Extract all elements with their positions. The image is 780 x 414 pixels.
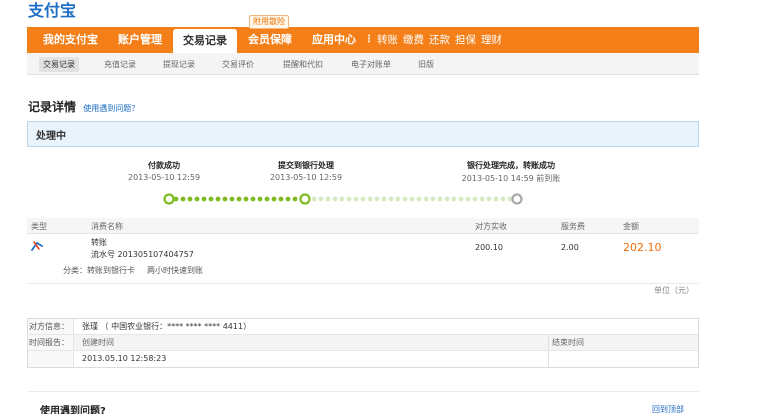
step-title: 银行处理完成，转账成功 — [467, 161, 555, 170]
subnav-recharge-records[interactable]: 充值记录 — [104, 57, 136, 72]
progress-dots-done — [173, 196, 298, 202]
total-amount: 202.10 — [623, 241, 662, 254]
header-received: 对方实收 — [475, 222, 507, 231]
back-to-top-link[interactable]: 回到顶部 — [652, 404, 684, 414]
subnav-withdraw-records[interactable]: 提现记录 — [163, 57, 195, 72]
created-time-header: 创建时间 — [82, 338, 114, 347]
progress-track — [160, 191, 530, 207]
party-info-label: 对方信息： — [28, 319, 74, 334]
time-report-blank — [28, 351, 74, 367]
table-header: 类型 消费名称 对方实收 服务费 金额 — [27, 218, 699, 234]
nav-bill-payment[interactable]: 缴费 — [403, 27, 424, 53]
time-report-label: 时间报告： — [28, 335, 74, 350]
received-amount: 200.10 — [475, 243, 503, 252]
time-report-value-row: 2013.05.10 12:58:23 — [28, 351, 698, 367]
info-table: 对方信息： 张瑾 （ 中国农业银行：**** **** **** 4411） 时… — [27, 318, 699, 368]
nav-member-protection[interactable]: 会员保障 — [248, 27, 292, 53]
step-bank-complete: 银行处理完成，转账成功 2013-05-10 14:59 前到账 — [458, 160, 564, 184]
header-type: 类型 — [31, 222, 47, 231]
category-line: 分类：转账到银行卡 两小时快速到账 — [63, 265, 203, 276]
category-label: 分类：转账到银行卡 — [63, 266, 135, 275]
alipay-logo-text: 支付宝 — [28, 1, 76, 20]
transaction-name: 转账 — [91, 238, 107, 247]
party-info-row: 对方信息： 张瑾 （ 中国农业银行：**** **** **** 4411） — [28, 319, 698, 335]
header-name: 消费名称 — [91, 222, 123, 231]
subnav-transaction-reviews[interactable]: 交易评价 — [222, 57, 254, 72]
nav-escrow[interactable]: 担保 — [455, 27, 476, 53]
step-time: 2013-05-10 14:59 前到账 — [461, 174, 561, 183]
header-amount: 金额 — [623, 222, 639, 231]
alipay-logo[interactable]: 支付宝 — [28, 0, 90, 20]
nav-app-center[interactable]: 应用中心 — [312, 27, 356, 53]
progress-node-3 — [511, 193, 523, 205]
progress-node-1 — [163, 193, 175, 205]
unit-label: 单位（元） — [654, 286, 694, 295]
time-report-header-row: 时间报告： 创建时间 结束时间 — [28, 335, 698, 351]
nav-wealth[interactable]: 理财 — [481, 27, 502, 53]
promo-badge[interactable]: 附用散险 — [249, 15, 289, 29]
nav-account-management[interactable]: 账户管理 — [118, 27, 162, 53]
footer-help-title: 使用遇到问题? — [40, 406, 106, 414]
step-time: 2013-05-10 12:59 — [128, 173, 201, 182]
status-box: 处理中 — [27, 121, 699, 147]
header-fee: 服务费 — [561, 222, 585, 231]
category-note: 两小时快速到账 — [147, 266, 203, 275]
nav-transfer[interactable]: 转账 — [377, 27, 398, 53]
subnav-e-statement[interactable]: 电子对账单 — [351, 57, 391, 72]
step-title: 提交到银行处理 — [278, 161, 334, 170]
nav-repayment[interactable]: 还款 — [429, 27, 450, 53]
created-time-value: 2013.05.10 12:58:23 — [82, 354, 167, 363]
progress-node-2 — [299, 193, 311, 205]
main-nav: 我的支付宝 账户管理 交易记录 会员保障 应用中心 ⋮ 转账 缴费 还款 担保 … — [27, 27, 699, 53]
column-divider — [548, 335, 549, 350]
progress-dots-pending — [311, 196, 513, 202]
sub-nav: 交易记录 充值记录 提现记录 交易评价 提醒和代扣 电子对账单 旧版 — [27, 53, 699, 75]
step-time: 2013-05-10 12:59 — [269, 173, 343, 182]
nav-my-alipay[interactable]: 我的支付宝 — [43, 27, 98, 53]
status-text: 处理中 — [36, 131, 66, 142]
subnav-old-version[interactable]: 旧版 — [418, 57, 434, 72]
table-row: 转账 流水号 201305107404757 200.10 2.00 202.1… — [27, 234, 699, 284]
nav-transaction-records[interactable]: 交易记录 — [173, 29, 237, 53]
step-payment-success: 付款成功 2013-05-10 12:59 — [128, 160, 200, 182]
subnav-reminders-debit[interactable]: 提醒和代扣 — [283, 57, 323, 72]
step-title: 付款成功 — [148, 161, 180, 170]
page-title: 记录详情 — [28, 100, 77, 114]
step-submitted-bank: 提交到银行处理 2013-05-10 12:59 — [266, 160, 346, 182]
transfer-icon — [31, 240, 43, 255]
finished-time-header: 结束时间 — [552, 338, 584, 347]
title-row: 记录详情 使用遇到问题？ — [28, 98, 139, 114]
help-link[interactable]: 使用遇到问题？ — [83, 104, 139, 113]
column-divider — [548, 351, 549, 367]
service-fee: 2.00 — [561, 243, 579, 252]
serial-number: 流水号 201305107404757 — [91, 250, 194, 259]
nav-separator: ⋮ — [364, 34, 374, 45]
party-info-value: 张瑾 （ 中国农业银行：**** **** **** 4411） — [82, 322, 252, 331]
footer-divider — [27, 391, 699, 392]
subnav-transaction-records[interactable]: 交易记录 — [39, 57, 79, 72]
